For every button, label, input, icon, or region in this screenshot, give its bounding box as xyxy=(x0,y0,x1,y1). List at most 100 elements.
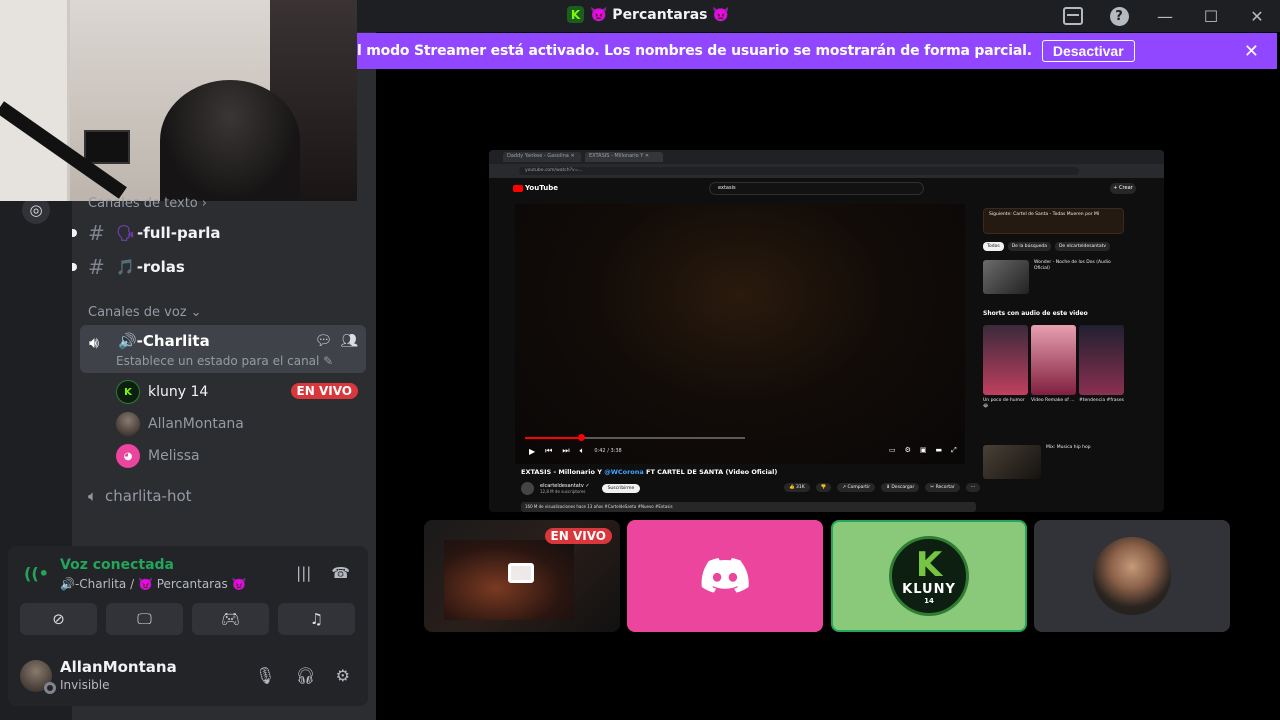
camera-off-button[interactable]: ⊘ xyxy=(20,603,97,635)
close-icon[interactable]: ✕ xyxy=(1244,41,1259,62)
chevron-right-icon: › xyxy=(201,196,207,211)
video-actions: 👍 31K 👎 ↗ Compartir ⬇ Descargar ✂ Recort… xyxy=(784,483,981,492)
member-name: Melissa xyxy=(148,448,200,464)
participant-tile-kluny[interactable]: K KLUNY 14 xyxy=(831,520,1027,632)
voice-connected-title[interactable]: Voz conectada xyxy=(60,557,174,573)
video-title-rest: FT CARTEL DE SANTA (Video Oficial) xyxy=(643,468,778,476)
chevron-down-icon: ⌄ xyxy=(190,305,202,320)
screen-share-icon xyxy=(508,563,534,583)
progress-bar xyxy=(525,434,745,441)
video-title: EXTASIS - Millonario Y @WCorona FT CARTE… xyxy=(521,468,777,476)
activities-button[interactable]: 🎮︎ xyxy=(192,603,269,635)
live-badge: EN VIVO xyxy=(290,383,358,399)
fullscreen-icon: ⤢ xyxy=(951,446,957,454)
voice-channel-charlita-hot[interactable]: 🔈︎ charlita-hot xyxy=(88,484,192,508)
discord-logo-icon xyxy=(701,558,749,593)
inbox-button[interactable] xyxy=(1050,0,1096,32)
camera-off-icon: ⊘ xyxy=(52,610,65,628)
screen-share-button[interactable]: 🖵︎ xyxy=(106,603,183,635)
browser-tab: EXTASIS - Millonario Y ✕ xyxy=(585,152,663,162)
noise-suppression-icon[interactable]: ||| xyxy=(296,564,311,582)
channel-status-prompt[interactable]: Establece un estado para el canal ✎ xyxy=(116,354,333,368)
invite-icon[interactable]: 👥︎ xyxy=(340,333,358,349)
text-channels-category[interactable]: Canales de texto › xyxy=(88,196,207,211)
short-thumbnail xyxy=(983,325,1028,395)
short-caption: #tendencia #frases xyxy=(1079,398,1124,403)
recommendation: Mix: Musica hip hop xyxy=(983,445,1124,479)
minimize-button[interactable]: — xyxy=(1142,0,1188,32)
user-status: Invisible xyxy=(60,678,110,692)
rec-title: Mix: Musica hip hop xyxy=(1046,445,1091,450)
youtube-create: + Crear xyxy=(1110,183,1136,194)
invisible-status-icon xyxy=(44,682,56,694)
channel-avatar xyxy=(521,481,534,495)
title-text: 👿 Percantaras 👿 xyxy=(590,6,730,23)
filter-chips: Todos De la búsqueda De elcarteldesantat… xyxy=(983,242,1111,251)
youtube-search: extasis xyxy=(709,182,924,195)
youtube-header: YouTube extasis + Crear xyxy=(489,178,1164,200)
maximize-button[interactable]: ☐ xyxy=(1188,0,1234,32)
title-bar-controls: ? — ☐ ✕ xyxy=(1050,0,1280,32)
help-button[interactable]: ? xyxy=(1096,0,1142,32)
kluny-logo-name: KLUNY xyxy=(902,581,956,597)
stream-tile-kluny[interactable]: EN VIVO xyxy=(424,520,620,632)
user-avatar xyxy=(1093,537,1171,615)
stream-view[interactable]: Daddy Yankee - Gasolina ✕ EXTASIS - Mill… xyxy=(489,150,1164,512)
subtitles-icon: ▭ xyxy=(889,446,896,454)
voice-panel-icons: ||| ☎ xyxy=(296,564,350,582)
window-title: K 👿 Percantaras 👿 xyxy=(567,6,730,23)
user-name[interactable]: AllanMontana xyxy=(60,658,177,676)
member-name: AllanMontana xyxy=(148,416,244,432)
rec-thumbnail xyxy=(983,445,1041,479)
kluny-logo: K KLUNY 14 xyxy=(889,536,969,616)
play-icon: ▶ xyxy=(529,446,536,456)
title-bar: K 👿 Percantaras 👿 ? — ☐ ✕ xyxy=(357,0,1280,32)
maximize-icon: ☐ xyxy=(1203,6,1219,26)
headphones-icon[interactable]: 🎧︎ xyxy=(295,666,315,685)
voice-connection-panel: ((• Voz conectada 🔊-Charlita / 👿 Percant… xyxy=(8,546,368,648)
voice-channel-charlita[interactable]: 🔊︎ 🔊-Charlita Establece un estado para e… xyxy=(80,325,366,373)
member-kluny[interactable]: K kluny 14 xyxy=(116,378,208,406)
speaker-locked-icon: 🔈︎ xyxy=(88,487,98,505)
chip: De elcarteldesantatv xyxy=(1054,242,1111,251)
close-button[interactable]: ✕ xyxy=(1234,0,1280,32)
participant-tile-melissa[interactable] xyxy=(627,520,823,632)
voice-channel-actions: 💬︎ 👥︎ xyxy=(314,333,358,349)
short-item: Video Remake of ... xyxy=(1031,325,1076,410)
disable-streamer-button[interactable]: Desactivar xyxy=(1041,40,1135,62)
sidebar: ◎ Canales de texto › # 🗣 -full-parla # 🎵… xyxy=(0,0,376,720)
video-title-link: @WCorona xyxy=(604,468,644,476)
avatar: ◕ xyxy=(116,444,140,468)
channel-rolas[interactable]: # 🎵 -rolas xyxy=(88,252,185,282)
voice-channel-name: charlita-hot xyxy=(105,487,192,505)
soundboard-button[interactable]: ♫ xyxy=(278,603,355,635)
voice-category-label: Canales de voz xyxy=(88,305,187,320)
like-button: 👍 31K xyxy=(784,483,810,492)
voice-channel-name: 🔊-Charlita xyxy=(118,332,210,350)
youtube-logo: YouTube xyxy=(513,184,558,192)
progress-fill xyxy=(525,437,580,439)
member-melissa[interactable]: ◕ Melissa xyxy=(116,442,200,470)
signal-icon[interactable]: ((• xyxy=(24,564,49,583)
download-button: ⬇ Descargar xyxy=(881,483,920,492)
member-allanmontana[interactable]: AllanMontana xyxy=(116,410,244,438)
share-button: ↗ Compartir xyxy=(837,483,876,492)
youtube-play-icon xyxy=(513,184,523,192)
short-caption: Un poco de humor 😂 xyxy=(983,398,1025,409)
participant-tile-allanmontana[interactable] xyxy=(1034,520,1230,632)
voice-connected-subtitle[interactable]: 🔊-Charlita / 👿 Percantaras 👿 xyxy=(60,577,246,591)
disconnect-icon[interactable]: ☎ xyxy=(331,564,350,582)
short-thumbnail xyxy=(1079,325,1124,395)
member-name: kluny 14 xyxy=(148,384,209,400)
short-caption: Video Remake of ... xyxy=(1031,398,1075,403)
gear-icon[interactable]: ⚙ xyxy=(336,666,350,685)
channel-emoji: 🎵 xyxy=(116,258,135,276)
chat-icon[interactable]: 💬︎ xyxy=(314,333,332,349)
video-controls-right: ▭ ⚙ ▣ ▬ ⤢ xyxy=(889,446,957,455)
voice-channels-category[interactable]: Canales de voz ⌄ xyxy=(88,305,202,320)
soundboard-icon: ♫ xyxy=(309,610,324,628)
webcam-monitor xyxy=(84,130,130,164)
short-item: Un poco de humor 😂 xyxy=(983,325,1028,410)
microphone-icon[interactable]: 🎙︎ xyxy=(255,666,275,685)
channel-full-parla[interactable]: # 🗣 -full-parla xyxy=(88,218,221,248)
